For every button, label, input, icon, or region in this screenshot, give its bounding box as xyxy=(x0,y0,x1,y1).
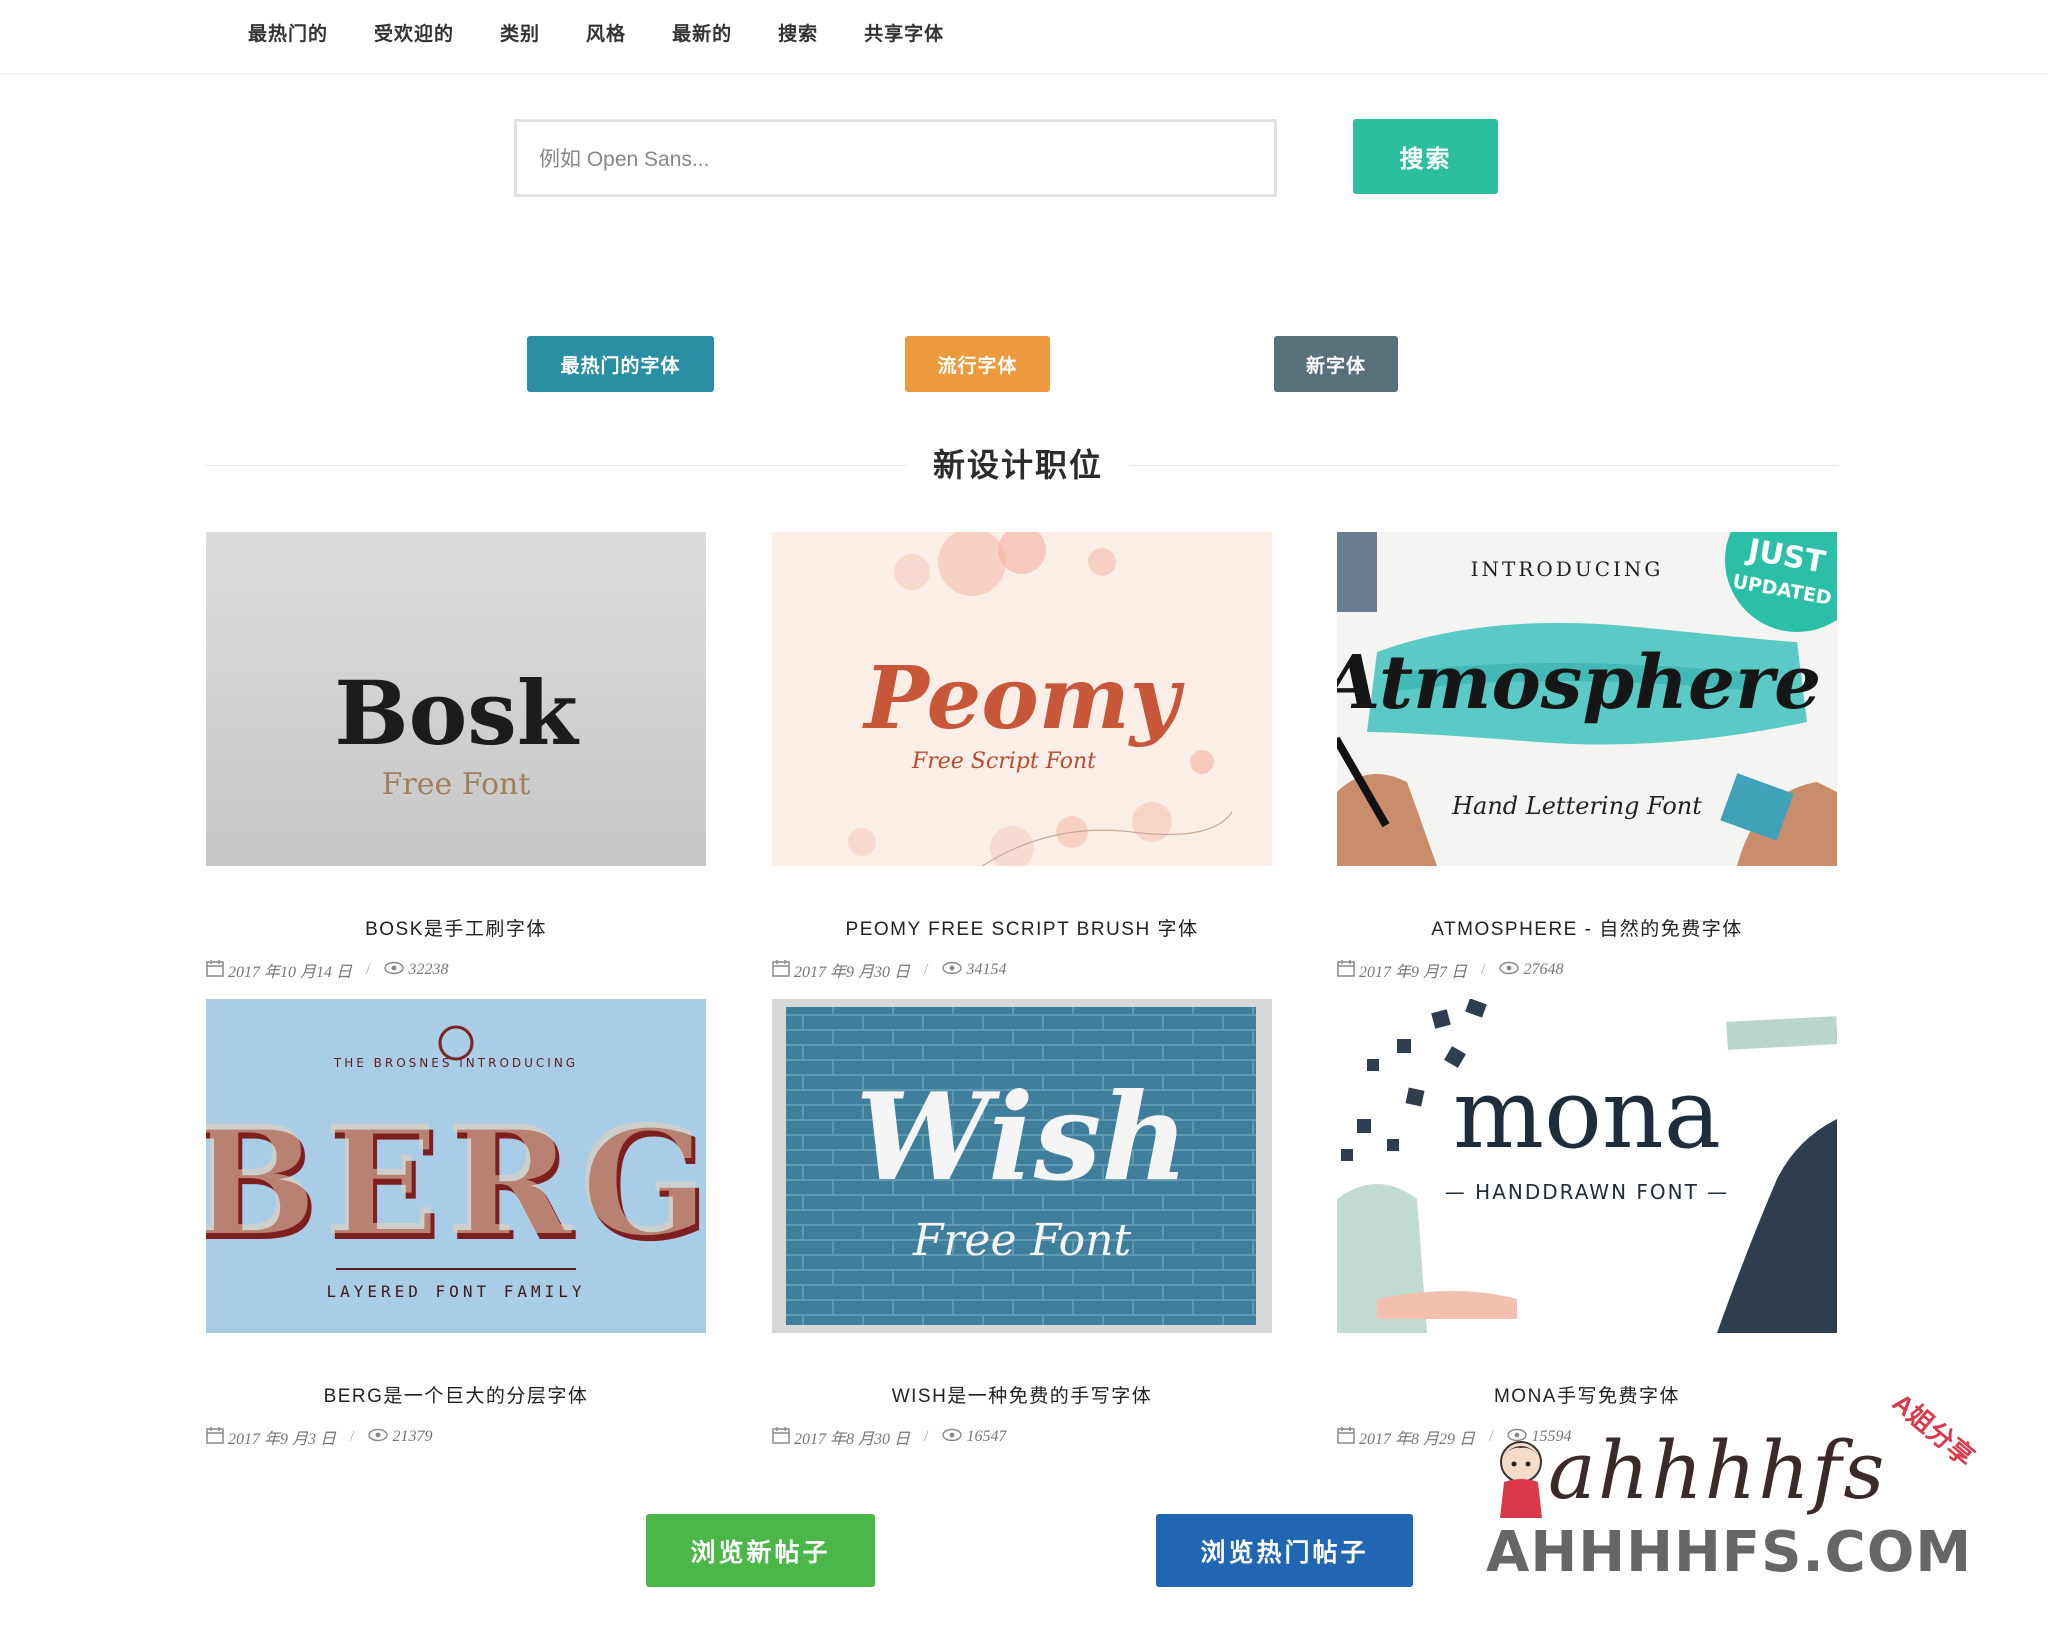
card-image-title: Wish xyxy=(855,1067,1188,1208)
card-views: 16547 xyxy=(966,1428,1007,1445)
nav-item-popular[interactable]: 受欢迎的 xyxy=(374,19,454,46)
card-image-title: mona xyxy=(1453,1058,1721,1170)
browse-new-posts-button[interactable]: 浏览新帖子 xyxy=(646,1514,875,1587)
new-fonts-button[interactable]: 新字体 xyxy=(1274,336,1398,392)
card-title[interactable]: WISH是一种免费的手写字体 xyxy=(772,1381,1272,1408)
card-date: 2017 年8 月29 日 xyxy=(1359,1431,1476,1448)
top-navigation: 最热门的 受欢迎的 类别 风格 最新的 搜索 共享字体 xyxy=(0,0,2048,74)
card-date: 2017 年10 月14 日 xyxy=(228,964,353,981)
popular-fonts-button[interactable]: 流行字体 xyxy=(905,336,1050,392)
card-meta: 2017 年9 月30 日 / 34154 xyxy=(772,958,1006,982)
card-date: 2017 年9 月3 日 xyxy=(228,1431,337,1448)
nav-item-newest[interactable]: 最新的 xyxy=(672,19,732,46)
nav-item-hottest[interactable]: 最热门的 xyxy=(248,19,328,46)
section-divider-right xyxy=(1130,465,1838,466)
card-thumbnail-wish[interactable]: Wish Free Font xyxy=(772,999,1272,1333)
svg-text:BERG: BERG xyxy=(206,1093,706,1269)
card-image-title: Peomy xyxy=(861,648,1184,749)
watermark-url: AHHHHFS.COM xyxy=(1486,1520,1973,1585)
card-views: 21379 xyxy=(392,1428,433,1445)
search-button[interactable]: 搜索 xyxy=(1353,119,1498,194)
card-image-title: Atmosphere xyxy=(1337,640,1821,726)
watermark-script: ahhhhfs xyxy=(1548,1424,1887,1517)
card-title[interactable]: PEOMY FREE SCRIPT BRUSH 字体 xyxy=(772,914,1272,941)
section-divider-left xyxy=(206,465,906,466)
card-thumbnail-mona[interactable]: mona — HANDDRAWN FONT — xyxy=(1337,999,1837,1333)
nav-menu: 最热门的 受欢迎的 类别 风格 最新的 搜索 共享字体 xyxy=(248,0,990,64)
card-views: 27648 xyxy=(1523,961,1564,978)
card-date: 2017 年9 月7 日 xyxy=(1359,964,1468,981)
eye-icon xyxy=(1499,961,1520,980)
search-input[interactable]: 例如 Open Sans... xyxy=(514,119,1277,197)
card-meta: 2017 年9 月3 日 / 21379 xyxy=(206,1425,432,1449)
card-views: 34154 xyxy=(966,961,1007,978)
card-meta: 2017 年9 月7 日 / 27648 xyxy=(1337,958,1563,982)
card-image-subtitle: Free Script Font xyxy=(911,749,1096,774)
hottest-fonts-button[interactable]: 最热门的字体 xyxy=(527,336,714,392)
calendar-icon xyxy=(772,959,790,982)
eye-icon xyxy=(942,1428,963,1447)
watermark-tag: A姐分享 xyxy=(1886,1387,1981,1473)
card-thumbnail-berg[interactable]: THE BROSNES INTRODUCING BERG BERG LAYERE… xyxy=(206,999,706,1333)
nav-item-share-fonts[interactable]: 共享字体 xyxy=(864,19,944,46)
card-thumbnail-atmosphere[interactable]: INTRODUCING Atmosphere Hand Lettering Fo… xyxy=(1337,532,1837,866)
card-meta: 2017 年10 月14 日 / 32238 xyxy=(206,958,448,982)
nav-item-styles[interactable]: 风格 xyxy=(586,19,626,46)
calendar-icon xyxy=(206,959,224,982)
card-date: 2017 年9 月30 日 xyxy=(794,964,911,981)
browse-hot-posts-button[interactable]: 浏览热门帖子 xyxy=(1156,1514,1413,1587)
nav-item-categories[interactable]: 类别 xyxy=(500,19,540,46)
card-image-subtitle: LAYERED FONT FAMILY xyxy=(326,1282,585,1301)
card-views: 32238 xyxy=(408,961,449,978)
card-image-subtitle: — HANDDRAWN FONT — xyxy=(1445,1180,1729,1204)
calendar-icon xyxy=(1337,959,1355,982)
calendar-icon xyxy=(1337,1426,1355,1449)
card-date: 2017 年8 月30 日 xyxy=(794,1431,911,1448)
card-image-subtitle: Hand Lettering Font xyxy=(1451,792,1702,820)
section-title: 新设计职位 xyxy=(932,447,1103,483)
card-image-subtitle: Free Font xyxy=(382,767,531,802)
mascot-icon xyxy=(1500,1441,1542,1518)
eye-icon xyxy=(368,1428,389,1447)
card-title[interactable]: BERG是一个巨大的分层字体 xyxy=(206,1381,706,1408)
card-image-subtitle: Free Font xyxy=(912,1215,1132,1266)
card-title[interactable]: ATMOSPHERE - 自然的免费字体 xyxy=(1337,914,1837,941)
card-image-title: Bosk xyxy=(334,661,580,765)
nav-item-search[interactable]: 搜索 xyxy=(778,19,818,46)
calendar-icon xyxy=(772,1426,790,1449)
card-meta: 2017 年8 月30 日 / 16547 xyxy=(772,1425,1006,1449)
card-image-top: INTRODUCING xyxy=(1471,557,1664,581)
calendar-icon xyxy=(206,1426,224,1449)
eye-icon xyxy=(384,961,405,980)
eye-icon xyxy=(942,961,963,980)
search-placeholder: 例如 Open Sans... xyxy=(539,148,710,171)
watermark: ahhhhfs A姐分享 AHHHHFS.COM xyxy=(1486,1387,2006,1602)
card-thumbnail-peomy[interactable]: Peomy Free Script Font xyxy=(772,532,1272,866)
card-title[interactable]: BOSK是手工刷字体 xyxy=(206,914,706,941)
card-thumbnail-bosk[interactable]: Bosk Free Font xyxy=(206,532,706,866)
